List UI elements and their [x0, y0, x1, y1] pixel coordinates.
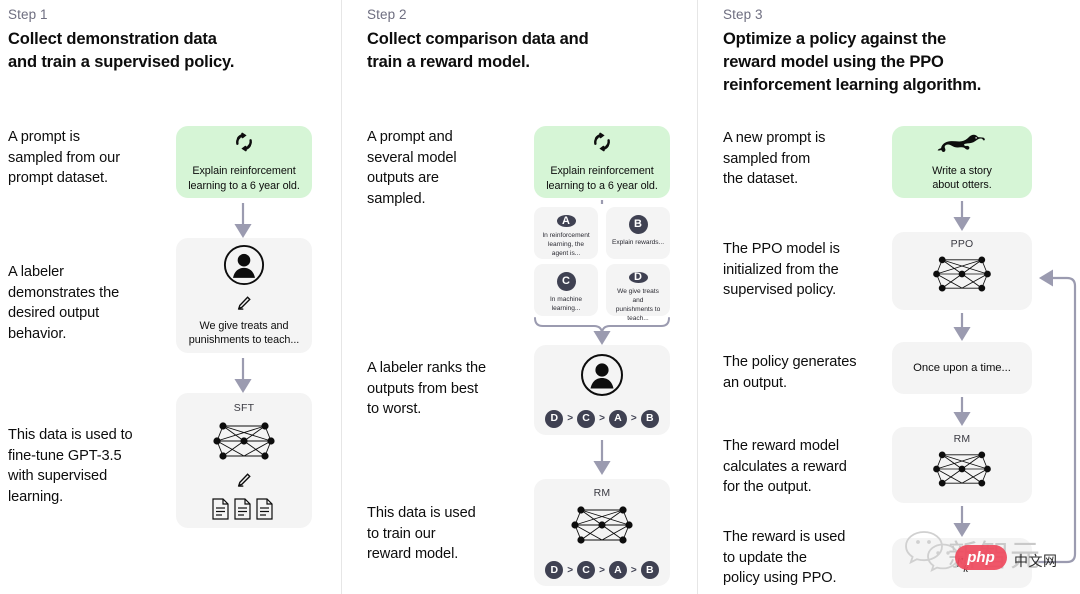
new-prompt-card-text: Write a story about otters. — [932, 164, 992, 191]
output-card-text: Once upon a time... — [913, 361, 1011, 374]
output-card-c[interactable]: C In machine learning... — [534, 264, 598, 316]
prompt-card-text: Explain reinforcement learning to a 6 ye… — [546, 165, 658, 192]
rank-badge: B — [640, 561, 659, 579]
output-card-text: Explain rewards... — [611, 239, 665, 246]
documents-icon — [211, 497, 277, 526]
rank-separator: > — [599, 564, 605, 576]
ppo-card[interactable]: PPO — [892, 232, 1032, 310]
step-title-line: Optimize a policy against the — [723, 30, 947, 48]
sft-card-label: SFT — [233, 402, 255, 414]
rm-card-label: RM — [593, 487, 611, 499]
step-title-line: Collect demonstration data — [8, 30, 217, 48]
step-label: Step 2 — [367, 7, 407, 22]
caption-prompt-sampled: A prompt is sampled from our prompt data… — [8, 129, 120, 187]
rank-badge: D — [545, 409, 564, 428]
ranking-row: D > C > A > B — [545, 561, 659, 579]
refresh-cycle-icon — [233, 131, 255, 158]
reward-symbol: rk — [955, 551, 969, 575]
output-card-text: We give treats and punishments to teach.… — [615, 288, 661, 322]
step-title-line: Collect comparison data and — [367, 30, 589, 48]
otter-icon — [937, 132, 987, 159]
caption-train-reward-model: This data is used to train our reward mo… — [367, 505, 476, 563]
caption-prompt-outputs-sampled: A prompt and several model outputs are s… — [367, 129, 457, 208]
column-step-1: Step 1 Collect demonstration data and tr… — [0, 0, 341, 594]
step-title: Collect comparison data and train a rewa… — [367, 28, 697, 74]
rm-card-label: RM — [953, 433, 971, 445]
caption-ppo-init: The PPO model is initialized from the su… — [723, 241, 840, 299]
prompt-card[interactable]: Explain reinforcement learning to a 6 ye… — [176, 126, 312, 198]
caption-reward-calc: The reward model calculates a reward for… — [723, 438, 847, 496]
caption-policy-generates: The policy generates an output. — [723, 354, 857, 391]
neural-network-icon — [929, 251, 995, 302]
column-step-2: Step 2 Collect comparison data and train… — [342, 0, 697, 594]
step-label: Step 1 — [8, 7, 48, 22]
output-badge: D — [628, 272, 648, 283]
step-title-line: reward model using the PPO — [723, 52, 944, 71]
labeler-card[interactable]: We give treats and punishments to teach.… — [176, 238, 312, 353]
prompt-card[interactable]: Explain reinforcement learning to a 6 ye… — [534, 126, 670, 198]
rank-badge: A — [608, 409, 627, 428]
column-step-3: Step 3 Optimize a policy against the rew… — [698, 0, 1080, 594]
output-card-d[interactable]: D We give treats and punishments to teac… — [606, 264, 670, 322]
neural-network-icon — [209, 417, 279, 470]
person-circle-icon — [580, 353, 624, 402]
ranking-card[interactable]: D > C > A > B — [534, 345, 670, 435]
output-card[interactable]: Once upon a time... — [892, 342, 1032, 394]
rank-badge: C — [577, 409, 596, 428]
pencil-icon — [236, 295, 252, 316]
output-card-b[interactable]: B Explain rewards... — [606, 207, 670, 259]
neural-network-icon — [567, 501, 637, 554]
caption-labeler-demonstrates: A labeler demonstrates the desired outpu… — [8, 264, 120, 343]
rm-card[interactable]: RM — [892, 427, 1032, 503]
rank-badge: A — [608, 561, 627, 579]
step-title: Optimize a policy against the reward mod… — [723, 28, 1043, 96]
output-card-a[interactable]: A In reinforcement learning, the agent i… — [534, 207, 598, 259]
labeler-card-text: We give treats and punishments to teach.… — [188, 319, 300, 346]
reward-card[interactable]: rk — [892, 538, 1032, 588]
rank-separator: > — [599, 413, 605, 424]
rm-card[interactable]: RM — [534, 479, 670, 586]
rank-badge: B — [640, 409, 659, 428]
caption-reward-update: The reward is used to update the policy … — [723, 529, 846, 587]
output-card-text: In machine learning... — [549, 296, 583, 312]
rank-separator: > — [630, 564, 637, 576]
ranking-row: D > C > A > B — [545, 409, 659, 428]
refresh-cycle-icon — [591, 131, 613, 158]
caption-new-prompt: A new prompt is sampled from the dataset… — [723, 130, 826, 188]
rank-badge: C — [577, 561, 596, 579]
step-title-line: reinforcement learning algorithm. — [723, 75, 982, 94]
step-label: Step 3 — [723, 7, 763, 22]
rank-separator: > — [630, 413, 637, 424]
rank-separator: > — [567, 413, 574, 424]
ppo-card-label: PPO — [950, 238, 974, 250]
caption-labeler-ranks: A labeler ranks the outputs from best to… — [367, 360, 486, 418]
infographic-board: Step 1 Collect demonstration data and tr… — [0, 0, 1080, 594]
output-card-text: In reinforcement learning, the agent is.… — [542, 232, 590, 258]
rank-badge: D — [545, 561, 564, 579]
step-title-line: train a reward model. — [367, 52, 530, 71]
neural-network-icon — [929, 446, 995, 497]
step-title: Collect demonstration data and train a s… — [8, 28, 328, 74]
pencil-icon — [236, 472, 252, 493]
prompt-card-text: Explain reinforcement learning to a 6 ye… — [188, 165, 300, 192]
sft-card[interactable]: SFT — [176, 393, 312, 528]
output-badge: A — [556, 215, 576, 228]
step-title-line: and train a supervised policy. — [8, 52, 235, 71]
person-circle-icon — [223, 244, 265, 291]
output-badge: C — [556, 272, 576, 291]
rank-separator: > — [567, 564, 574, 576]
output-badge: B — [628, 215, 648, 234]
new-prompt-card[interactable]: Write a story about otters. — [892, 126, 1032, 198]
caption-fine-tune: This data is used to fine-tune GPT-3.5 w… — [8, 427, 133, 506]
